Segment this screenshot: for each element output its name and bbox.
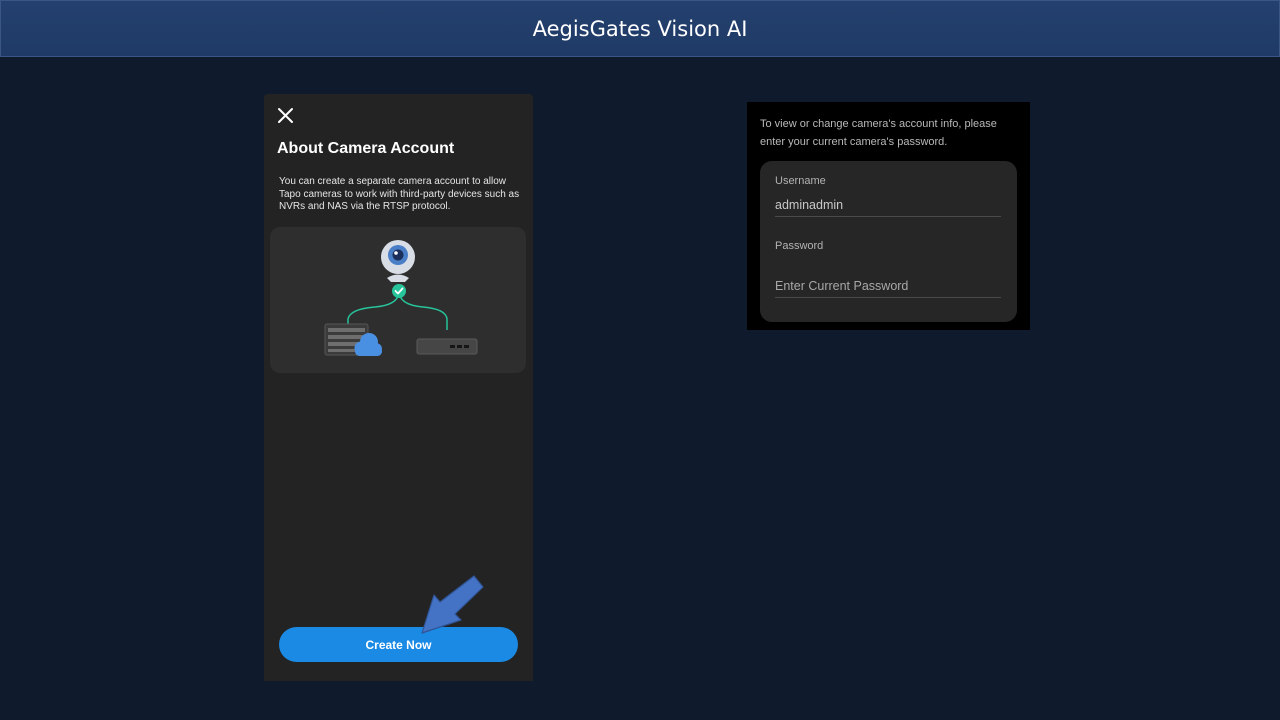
password-label: Password — [775, 240, 824, 252]
about-camera-account-screen: About Camera Account You can create a se… — [264, 94, 533, 681]
connection-illustration — [270, 227, 526, 373]
camera-account-login-panel: To view or change camera's account info,… — [747, 102, 1030, 330]
title-bar: AegisGates Vision AI — [0, 0, 1280, 57]
connection-line — [347, 290, 400, 327]
screen-description: You can create a separate camera account… — [279, 176, 520, 212]
camera-icon — [381, 240, 415, 282]
login-instructions: To view or change camera's account info,… — [760, 118, 997, 148]
connection-line — [398, 290, 448, 330]
password-field[interactable] — [775, 275, 1001, 298]
close-icon[interactable] — [276, 106, 296, 126]
check-icon — [392, 284, 406, 298]
username-field[interactable] — [775, 194, 1001, 217]
screen-title: About Camera Account — [277, 140, 455, 157]
nas-icon — [416, 338, 478, 355]
page-title: AegisGates Vision AI — [532, 16, 748, 41]
username-label: Username — [775, 175, 826, 187]
create-now-button[interactable]: Create Now — [279, 627, 518, 662]
credentials-form: Username Password — [760, 161, 1017, 322]
